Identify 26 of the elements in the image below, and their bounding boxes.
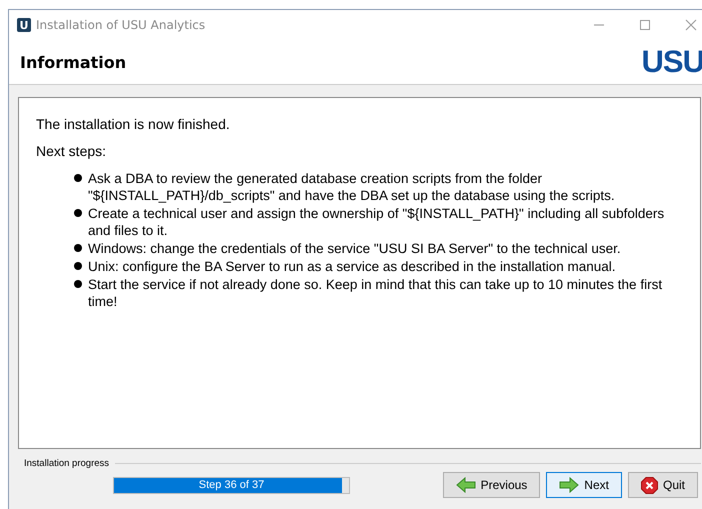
window-title: Installation of USU Analytics	[36, 18, 206, 32]
bullet-icon	[74, 174, 82, 182]
progress-label: Installation progress	[24, 458, 110, 469]
quit-button[interactable]: Quit	[628, 472, 698, 498]
step-text: Unix: configure the BA Server to run as a service as described in the installation manual.	[88, 258, 616, 275]
arrow-left-icon	[456, 477, 476, 493]
next-button[interactable]: Next	[546, 472, 622, 498]
stop-icon	[640, 476, 658, 494]
bullet-icon	[74, 280, 82, 288]
step-text: Ask a DBA to review the generated database creation scripts from the folder "${INSTALL_PATH}/db_scripts" and have the DBA set up the database using the scripts.	[88, 170, 616, 204]
close-icon[interactable]	[685, 19, 697, 31]
app-icon: U	[17, 18, 31, 32]
previous-button[interactable]: Previous	[442, 472, 540, 498]
maximize-icon[interactable]	[639, 19, 651, 31]
step-text: Start the service if not already done so. Keep in mind that this can take up to 10 minutes the first time!	[88, 276, 664, 310]
bullet-icon	[74, 244, 82, 252]
intro-text: The installation is now finished.	[36, 116, 231, 132]
bullet-icon	[74, 209, 82, 217]
steps-heading: Next steps:	[36, 143, 108, 159]
bullet-icon	[74, 262, 82, 270]
logo: USU	[642, 44, 702, 80]
page-title: Information	[20, 52, 126, 72]
step-text: Windows: change the credentials of the service "USU SI BA Server" to the technical user.	[88, 240, 621, 257]
step-text: Create a technical user and assign the ownership of "${INSTALL_PATH}" including all subfolders and files to it.	[88, 205, 666, 239]
arrow-right-icon	[559, 477, 580, 493]
progress-text: Step 36 of 37	[198, 478, 266, 490]
